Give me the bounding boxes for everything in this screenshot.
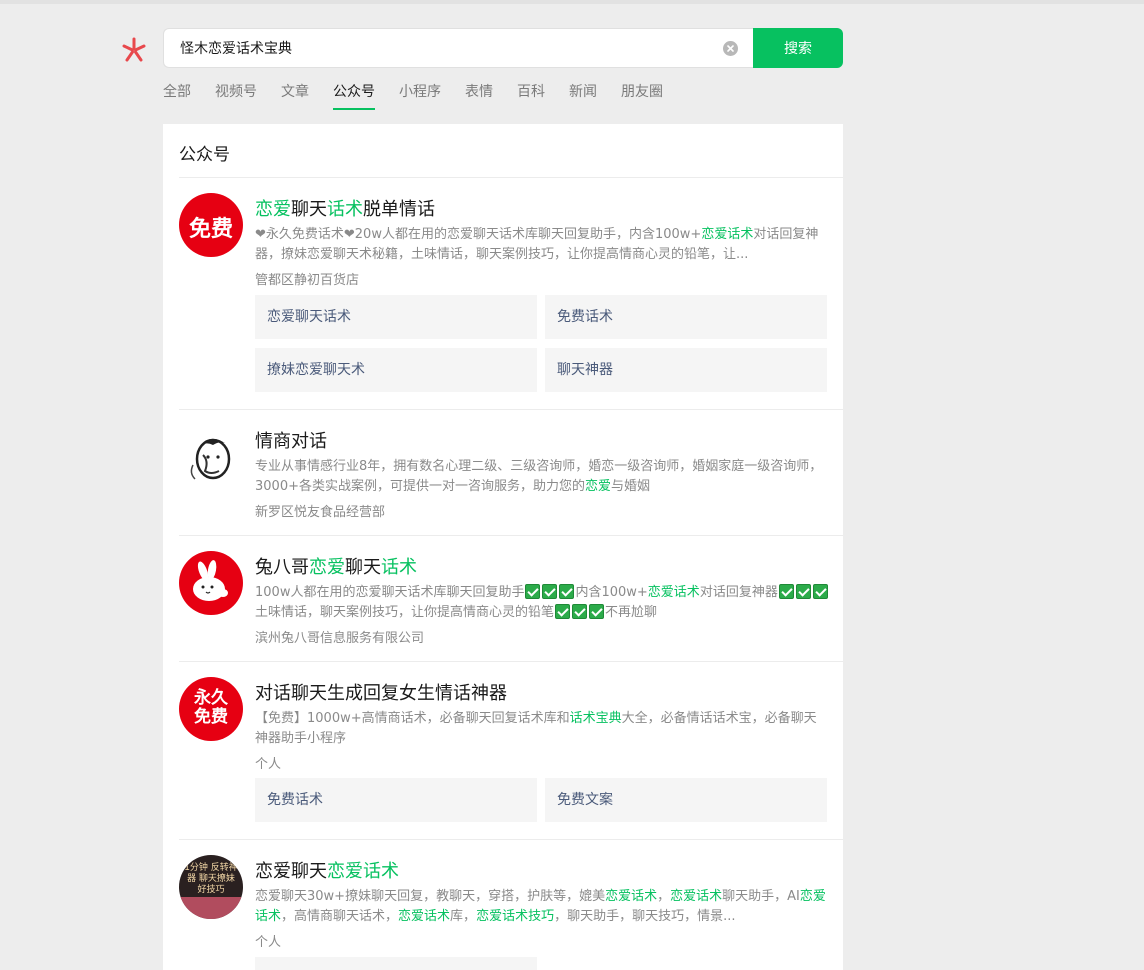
account-title: 兔八哥恋爱聊天话术 [255,557,417,578]
checkmark-icon [555,604,571,619]
related-link-card[interactable]: 聊天神器 [545,348,827,392]
account-description: 【免费】1000w+高情商话术，必备聊天回复话术库和话术宝典大全，必备情话话术宝… [255,711,817,746]
bunny-icon [179,551,243,615]
account-operator: 管都区静初百货店 [255,273,360,288]
tab-news[interactable]: 新闻 [569,82,597,110]
avatar-label: 免费 [188,217,233,242]
account-operator: 个人 [255,935,282,950]
checkmark-icon [795,584,811,599]
search-box [163,28,754,68]
account-title: 情商对话 [255,431,327,452]
clear-search-icon[interactable] [723,41,738,56]
related-link-card[interactable] [255,957,537,970]
tab-stickers[interactable]: 表情 [465,82,493,110]
divider [179,535,843,536]
checkmark-icon [572,604,588,619]
avatar-label: 永久免费 [194,688,228,727]
related-link-card[interactable]: 免费话术 [545,295,827,339]
checkmark-icon [542,584,558,599]
section-title: 公众号 [179,145,230,165]
account-avatar: 永久免费 [179,677,243,741]
account-operator: 新罗区悦友食品经营部 [255,505,386,520]
related-link-card[interactable]: 免费话术 [255,778,537,822]
avatar-label: 1分钟 反转神器 聊天撩妹 好技巧 [184,863,238,895]
result-item[interactable]: 1分钟 反转神器 聊天撩妹 好技巧 恋爱聊天恋爱话术 恋爱聊天30w+撩妹聊天回… [163,855,843,970]
divider [179,839,843,840]
account-operator: 滨州兔八哥信息服务有限公司 [255,631,425,646]
tab-moments[interactable]: 朋友圈 [621,82,663,110]
search-button[interactable]: 搜索 [753,28,843,68]
tab-channels[interactable]: 视频号 [215,82,257,110]
checkmark-icon [559,584,575,599]
search-input[interactable] [180,29,700,67]
avatar-banner [179,897,243,919]
checkmark-icon [525,584,541,599]
result-item[interactable]: 永久免费 对话聊天生成回复女生情话神器 【免费】1000w+高情商话术，必备聊天… [163,677,843,839]
checkmark-icon [812,584,828,599]
account-operator: 个人 [255,757,282,772]
account-description: 专业从事情感行业8年，拥有数名心理二级、三级咨询师，婚恋一级咨询师，婚姻家庭一级… [255,459,823,494]
portrait-icon [179,425,243,489]
tab-official-accounts[interactable]: 公众号 [333,82,375,110]
tab-mini-programs[interactable]: 小程序 [399,82,441,110]
related-link-card[interactable]: 免费文案 [545,778,827,822]
divider [179,409,843,410]
account-avatar: 免费 [179,193,243,257]
result-item[interactable]: 情商对话 专业从事情感行业8年，拥有数名心理二级、三级咨询师，婚恋一级咨询师，婚… [163,425,843,535]
account-title: 恋爱聊天恋爱话术 [255,861,399,882]
account-description: 恋爱聊天30w+撩妹聊天回复，教聊天，穿搭，护肤等，媲美恋爱话术，恋爱话术聊天助… [255,889,826,924]
divider [179,661,843,662]
checkmark-icon [589,604,605,619]
related-link-card[interactable]: 恋爱聊天话术 [255,295,537,339]
account-description: 100w人都在用的恋爱聊天话术库聊天回复助手 内含100w+恋爱话术对话回复神器土… [255,583,829,623]
divider [179,177,843,178]
window-top-border [0,0,1144,4]
search-logo-icon [122,37,146,62]
account-title: 对话聊天生成回复女生情话神器 [255,683,507,704]
account-title: 恋爱聊天话术脱单情话 [255,199,435,220]
tab-articles[interactable]: 文章 [281,82,309,110]
account-description: ❤永久免费话术❤20w人都在用的恋爱聊天话术库聊天回复助手，内含100w+恋爱话… [255,227,819,262]
result-item[interactable]: 兔八哥恋爱聊天话术 100w人都在用的恋爱聊天话术库聊天回复助手 内含100w+恋… [163,551,843,661]
tab-encyclopedia[interactable]: 百科 [517,82,545,110]
checkmark-icon [778,584,794,599]
result-item[interactable]: 免费 恋爱聊天话术脱单情话 ❤永久免费话术❤20w人都在用的恋爱聊天话术库聊天回… [163,193,843,409]
related-link-card[interactable]: 撩妹恋爱聊天术 [255,348,537,392]
account-avatar: 1分钟 反转神器 聊天撩妹 好技巧 [179,855,243,919]
results-panel: 公众号 免费 恋爱聊天话术脱单情话 ❤永久免费话术❤20w人都在用的恋爱聊天话术… [163,124,843,970]
tab-all[interactable]: 全部 [163,82,191,110]
